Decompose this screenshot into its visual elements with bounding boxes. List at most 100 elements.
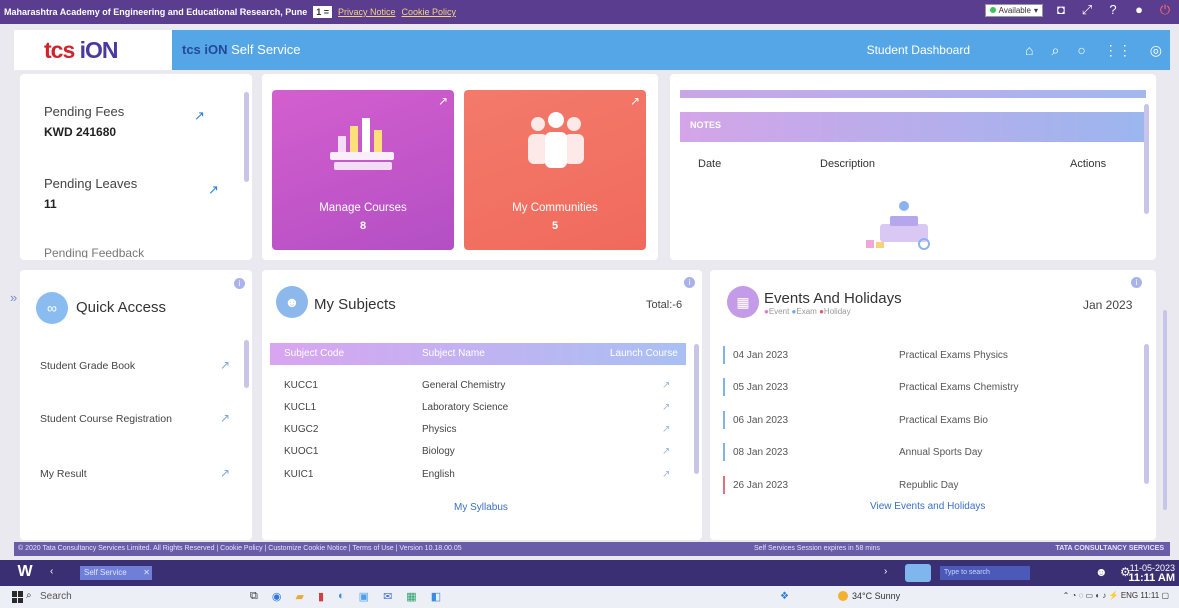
event-name: Republic Day (899, 480, 959, 491)
launch-course-icon[interactable]: ↗ (662, 424, 670, 435)
event-row[interactable]: 05 Jan 2023 Practical Exams Chemistry (723, 376, 1140, 400)
windows-search-input[interactable]: Search (40, 591, 72, 602)
app-prefix: tcs iON (182, 42, 228, 57)
pending-feedback-label: Pending Feedback (44, 246, 145, 258)
page-scrollbar[interactable] (1163, 310, 1167, 510)
windows-start-icon[interactable] (12, 591, 24, 603)
tiles-panel: ↗ Manage Courses 8 ↗ My Communities 5 (262, 74, 658, 260)
user-icon[interactable]: ◎ (1150, 42, 1162, 59)
event-date: 06 Jan 2023 (733, 415, 789, 426)
subject-code: KUGC2 (284, 424, 319, 435)
weather-text: 34°C Sunny (852, 591, 901, 601)
chevron-right-icon[interactable]: › (884, 566, 887, 577)
scrollbar[interactable] (244, 340, 249, 388)
folder-icon[interactable]: ▰ (295, 590, 303, 603)
info-icon[interactable]: i (234, 278, 245, 289)
external-link-icon[interactable]: ↗ (220, 358, 230, 372)
cookie-policy-link[interactable]: Cookie Policy (402, 7, 457, 17)
scrollbar[interactable] (1144, 344, 1149, 484)
manage-courses-tile[interactable]: ↗ Manage Courses 8 (272, 90, 454, 250)
home-icon[interactable]: ⌂ (1025, 42, 1033, 58)
app-icon[interactable]: ▮ (318, 590, 324, 603)
chevron-down-icon: ▾ (1033, 5, 1038, 15)
availability-select[interactable]: Available ▾ (984, 3, 1043, 17)
edge-icon[interactable]: ◐ (338, 590, 345, 603)
task-view-icon[interactable]: ⧉ (250, 590, 258, 603)
close-icon[interactable]: ✕ (143, 566, 150, 580)
legend-holiday: Holiday (823, 307, 851, 316)
notes-header: NOTES (680, 112, 1146, 142)
user-chip[interactable]: 1 = (313, 6, 333, 18)
pending-fees-value: KWD 241680 (44, 125, 117, 139)
mail-icon[interactable]: ✉ (383, 590, 392, 603)
scrollbar[interactable] (1144, 104, 1149, 214)
launch-course-icon[interactable]: ↗ (662, 469, 670, 480)
dashboard-title[interactable]: Student Dashboard (867, 30, 970, 70)
store-icon[interactable]: ▣ (359, 590, 369, 603)
external-link-icon[interactable]: ↗ (438, 94, 448, 108)
event-row[interactable]: 04 Jan 2023 Practical Exams Physics (723, 344, 1140, 368)
refresh-icon[interactable]: ○ (1077, 42, 1085, 58)
chevron-left-icon[interactable]: ‹ (50, 566, 53, 577)
info-icon[interactable]: i (684, 277, 695, 288)
event-row[interactable]: 06 Jan 2023 Practical Exams Bio (723, 409, 1140, 433)
search-icon[interactable]: ⌕ (26, 590, 32, 601)
quick-access-item[interactable]: My Result (40, 468, 87, 480)
my-syllabus-link[interactable]: My Syllabus (454, 502, 508, 513)
taskbar-search-input[interactable]: Type to search (940, 566, 1030, 580)
my-communities-tile[interactable]: ↗ My Communities 5 (464, 90, 646, 250)
app3-icon[interactable]: ◧ (431, 590, 441, 603)
external-link-icon[interactable]: ↗ (220, 411, 230, 425)
apps-grid-icon[interactable]: ⋮⋮ (1104, 42, 1132, 59)
help-icon[interactable]: ? (1105, 2, 1121, 18)
event-row[interactable]: 26 Jan 2023 Republic Day (723, 474, 1140, 498)
subject-code: KUIC1 (284, 469, 314, 480)
weather-widget[interactable]: 34°C Sunny (838, 591, 900, 601)
camera-icon[interactable]: ◘ (1053, 2, 1069, 18)
legend-event: Event (768, 307, 790, 316)
logo-tcs-text: tcs (44, 37, 75, 63)
events-month: Jan 2023 (1083, 298, 1133, 312)
info-icon[interactable]: i (1131, 277, 1142, 288)
view-events-link[interactable]: View Events and Holidays (870, 501, 985, 512)
users-icon[interactable]: ☻ (1095, 565, 1108, 579)
notification-center-icon[interactable]: ▢ (1161, 591, 1169, 600)
app-w-icon[interactable]: W (14, 563, 36, 583)
tcs-ion-logo[interactable]: tcs iON (14, 30, 172, 70)
footer-copyright: © 2020 Tata Consultancy Services Limited… (18, 545, 462, 552)
subject-name: General Chemistry (422, 380, 506, 391)
taskbar-tab-self-service[interactable]: Self Service ✕ (80, 566, 152, 580)
header-icons: ⌂ ⌕ ○ ⋮⋮ ◎ (1025, 30, 1162, 70)
link-chain-icon: ∞ (36, 292, 68, 324)
assistant-icon[interactable] (905, 564, 931, 582)
quick-access-item[interactable]: Student Grade Book (40, 360, 135, 372)
network-icon[interactable]: ❖ (780, 591, 789, 602)
notes-col-date: Date (698, 158, 722, 170)
tray-icons[interactable]: ⌃ ◔ ◌ ▭ ◐ ♪ ⚡ (1063, 591, 1119, 600)
notification-icon[interactable]: ● (1131, 2, 1147, 18)
expand-sidebar-icon[interactable]: » (10, 290, 17, 305)
quick-access-item[interactable]: Student Course Registration (40, 413, 172, 425)
subject-name: English (422, 469, 455, 480)
privacy-notice-link[interactable]: Privacy Notice (338, 7, 396, 17)
power-icon[interactable]: ⏻ (1157, 2, 1173, 18)
notes-panel: NOTES Date Description Actions (670, 74, 1156, 260)
event-type-bar (723, 346, 725, 364)
external-link-icon[interactable]: ↗ (630, 94, 640, 108)
browser-icon[interactable]: ◉ (272, 590, 282, 603)
launch-course-icon[interactable]: ↗ (662, 380, 670, 391)
scrollbar[interactable] (694, 344, 699, 474)
taskbar-tab-label: Self Service (84, 568, 127, 577)
external-link-icon[interactable]: ↗ (194, 108, 205, 124)
scrollbar[interactable] (244, 92, 249, 182)
col-launch-course: Launch Course (610, 348, 678, 359)
event-row[interactable]: 08 Jan 2023 Annual Sports Day (723, 441, 1140, 465)
launch-course-icon[interactable]: ↗ (662, 446, 670, 457)
launch-course-icon[interactable]: ↗ (662, 402, 670, 413)
expand-icon[interactable]: ⤢ (1079, 2, 1095, 18)
app2-icon[interactable]: ▦ (406, 590, 416, 603)
pending-leaves-value: 11 (44, 197, 57, 211)
external-link-icon[interactable]: ↗ (208, 182, 219, 198)
search-icon[interactable]: ⌕ (1051, 42, 1059, 59)
external-link-icon[interactable]: ↗ (220, 466, 230, 480)
